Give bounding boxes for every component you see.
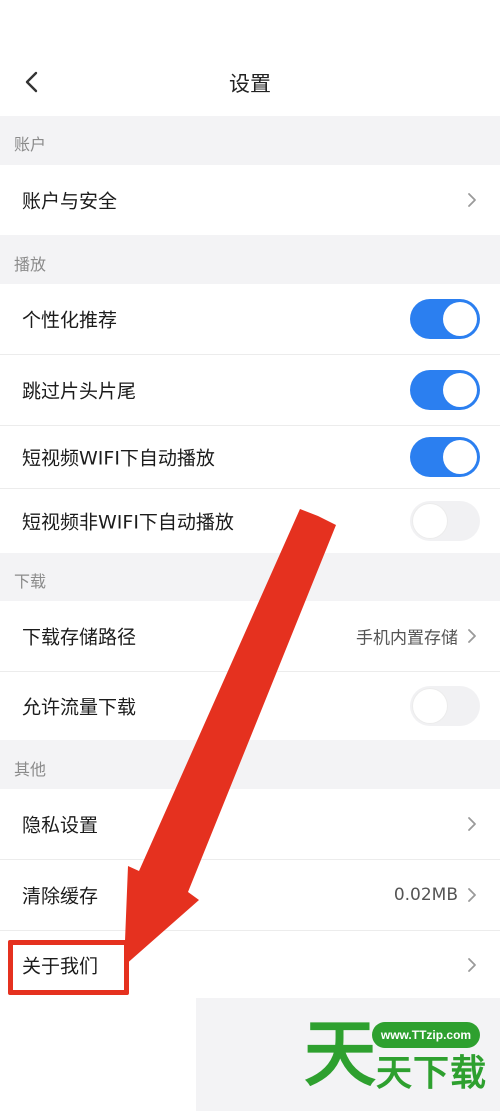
watermark-logo: 天 www.TTzip.com 天下载 [304,1012,486,1096]
watermark-url: www.TTzip.com [380,1028,472,1042]
watermark-text: 天下载 [376,1053,488,1094]
arrow-annotation-icon [124,509,336,966]
watermark-url-badge: www.TTzip.com [372,1022,480,1048]
watermark-big-char: 天 [304,1012,377,1096]
